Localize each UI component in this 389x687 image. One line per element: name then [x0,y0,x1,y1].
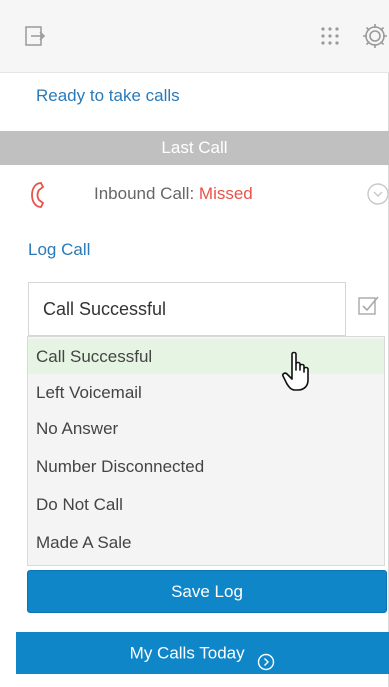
dropdown-option[interactable]: Number Disconnected [28,449,384,484]
hand-cursor-icon [280,350,316,394]
call-status: Missed [198,184,253,203]
last-call-description: Inbound Call: Missed [94,184,253,204]
last-call-header: Last Call [0,131,389,165]
gear-icon[interactable] [361,22,389,50]
call-result-select[interactable]: Call Successful [28,282,346,336]
logout-icon[interactable] [24,25,46,47]
dropdown-option[interactable]: Made A Sale [28,525,384,560]
toolbar [0,0,389,73]
app-grid-icon[interactable] [319,25,341,47]
checkbox-icon[interactable] [357,294,381,318]
call-direction: Inbound Call: [94,184,199,203]
my-calls-today-label: My Calls Today [129,643,245,663]
phone-icon [29,181,51,209]
dropdown-option[interactable]: No Answer [28,411,384,446]
dropdown-option[interactable]: Call Successful [28,339,384,374]
save-log-button[interactable]: Save Log [27,570,387,613]
dropdown-option[interactable]: Do Not Call [28,487,384,522]
dropdown-option[interactable]: Left Voicemail [28,375,384,410]
chevron-down-circle-icon[interactable] [365,181,389,207]
log-call-link[interactable]: Log Call [28,240,90,260]
agent-status: Ready to take calls [36,86,180,105]
call-result-dropdown: Call Successful Left Voicemail No Answer… [27,336,385,566]
my-calls-today-button[interactable]: My Calls Today [16,632,389,674]
chevron-right-circle-icon [257,645,275,670]
dialer-panel: Ready to take calls Last Call Inbound Ca… [0,0,389,687]
last-call-row: Inbound Call: Missed [0,165,389,227]
